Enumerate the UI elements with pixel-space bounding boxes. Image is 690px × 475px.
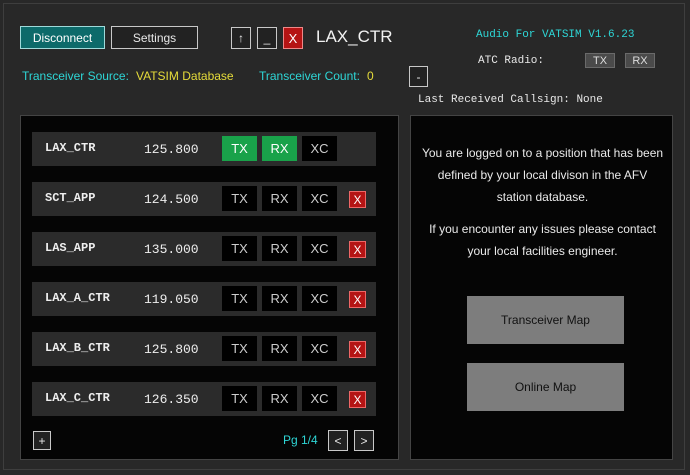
- station-callsign: LAS_APP: [45, 241, 96, 255]
- tx-toggle[interactable]: TX: [222, 336, 257, 361]
- info-message-contact: If you encounter any issues please conta…: [429, 222, 656, 258]
- transceiver-count-label: Transceiver Count:: [259, 69, 360, 83]
- station-row: LAX_CTR 125.800 TX RX XC: [32, 132, 376, 166]
- station-callsign: LAX_CTR: [45, 141, 96, 155]
- xc-toggle[interactable]: XC: [302, 186, 337, 211]
- audio-version-label: Audio For VATSIM V1.6.23: [476, 29, 635, 41]
- station-row: LAS_APP 135.000 TX RX XC X: [32, 232, 376, 266]
- rx-toggle[interactable]: RX: [262, 136, 297, 161]
- remove-station-button[interactable]: X: [349, 291, 366, 308]
- station-row: SCT_APP 124.500 TX RX XC X: [32, 182, 376, 216]
- always-on-top-button[interactable]: ↑: [231, 27, 251, 49]
- add-station-button[interactable]: +: [33, 431, 51, 450]
- tx-toggle[interactable]: TX: [222, 236, 257, 261]
- page-indicator: Pg 1/4: [283, 433, 318, 447]
- last-received-callsign: Last Received Callsign: None: [418, 94, 603, 106]
- xc-toggle[interactable]: XC: [302, 236, 337, 261]
- station-row: LAX_C_CTR 126.350 TX RX XC X: [32, 382, 376, 416]
- station-callsign: SCT_APP: [45, 191, 96, 205]
- transceiver-map-button[interactable]: Transceiver Map: [467, 296, 624, 344]
- station-frequency: 135.000: [144, 242, 199, 257]
- station-list-panel: LAX_CTR 125.800 TX RX XC SCT_APP 124.500 TX RX XC…: [20, 115, 399, 460]
- minimize-button[interactable]: _: [257, 27, 277, 49]
- rx-toggle[interactable]: RX: [262, 386, 297, 411]
- settings-button[interactable]: Settings: [111, 26, 198, 49]
- xc-toggle[interactable]: XC: [302, 136, 337, 161]
- atc-radio-label: ATC Radio:: [478, 55, 545, 67]
- previous-page-button[interactable]: <: [328, 430, 348, 451]
- rx-toggle[interactable]: RX: [262, 236, 297, 261]
- rx-toggle[interactable]: RX: [262, 186, 297, 211]
- info-panel: You are logged on to a position that has…: [410, 115, 673, 460]
- station-frequency: 125.800: [144, 142, 199, 157]
- atc-radio-tx-indicator: TX: [585, 53, 615, 68]
- last-received-label: Last Received Callsign:: [418, 94, 570, 106]
- station-callsign: LAX_B_CTR: [45, 341, 110, 355]
- tx-toggle[interactable]: TX: [222, 186, 257, 211]
- collapse-button[interactable]: -: [409, 66, 428, 87]
- transceiver-source-label: Transceiver Source:: [22, 69, 129, 83]
- next-page-button[interactable]: >: [354, 430, 374, 451]
- window-title: LAX_CTR: [316, 27, 393, 46]
- remove-station-button[interactable]: X: [349, 391, 366, 408]
- station-frequency: 119.050: [144, 292, 199, 307]
- station-row: LAX_B_CTR 125.800 TX RX XC X: [32, 332, 376, 366]
- station-frequency: 125.800: [144, 342, 199, 357]
- xc-toggle[interactable]: XC: [302, 336, 337, 361]
- last-received-value: None: [576, 94, 603, 106]
- tx-toggle[interactable]: TX: [222, 136, 257, 161]
- atc-radio-rx-indicator: RX: [625, 53, 655, 68]
- xc-toggle[interactable]: XC: [302, 286, 337, 311]
- tx-toggle[interactable]: TX: [222, 386, 257, 411]
- tx-toggle[interactable]: TX: [222, 286, 257, 311]
- transceiver-count-value: 0: [367, 69, 374, 83]
- station-frequency: 126.350: [144, 392, 199, 407]
- rx-toggle[interactable]: RX: [262, 336, 297, 361]
- remove-station-button[interactable]: X: [349, 341, 366, 358]
- online-map-button[interactable]: Online Map: [467, 363, 624, 411]
- station-frequency: 124.500: [144, 192, 199, 207]
- transceiver-source-value: VATSIM Database: [136, 69, 234, 83]
- station-callsign: LAX_A_CTR: [45, 291, 110, 305]
- info-message-logged-on: You are logged on to a position that has…: [421, 146, 664, 204]
- xc-toggle[interactable]: XC: [302, 386, 337, 411]
- close-button[interactable]: X: [283, 27, 303, 49]
- station-row: LAX_A_CTR 119.050 TX RX XC X: [32, 282, 376, 316]
- disconnect-button[interactable]: Disconnect: [20, 26, 105, 49]
- station-callsign: LAX_C_CTR: [45, 391, 110, 405]
- remove-station-button[interactable]: X: [349, 241, 366, 258]
- remove-station-button[interactable]: X: [349, 191, 366, 208]
- rx-toggle[interactable]: RX: [262, 286, 297, 311]
